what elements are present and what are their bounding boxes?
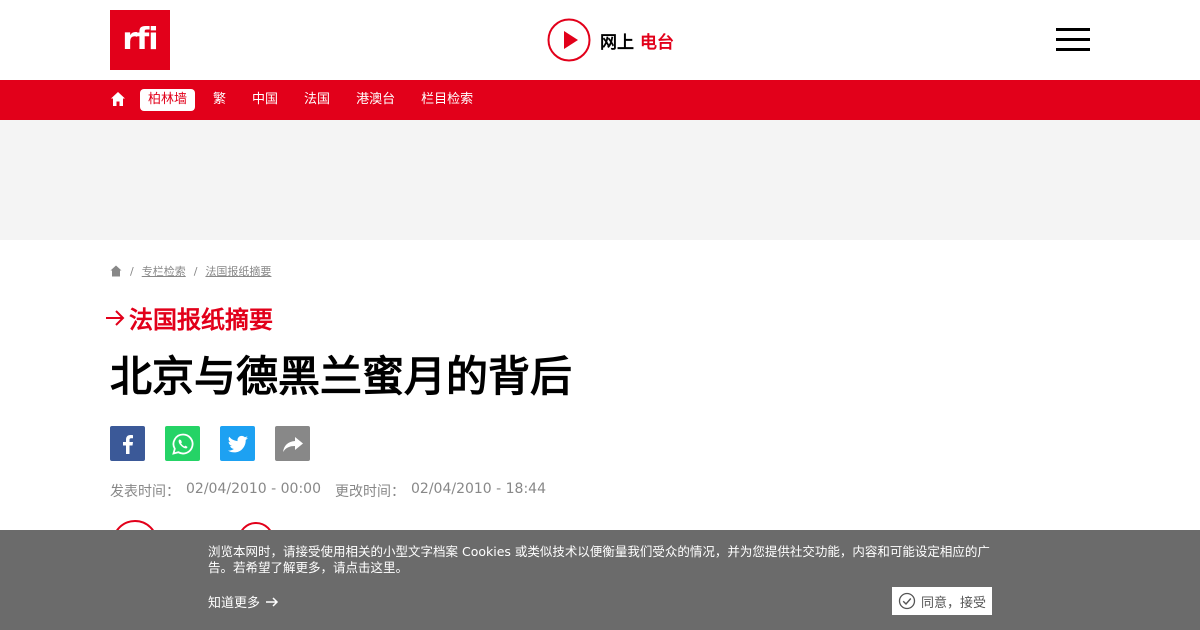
home-icon[interactable] [110, 91, 126, 107]
whatsapp-icon [171, 433, 193, 455]
main-nav: 柏林墙 繁 中国 法国 港澳台 栏目检索 [0, 80, 1200, 120]
play-icon [547, 18, 591, 62]
logo-text: rfi [122, 22, 158, 57]
live-radio-button[interactable]: 网上 电台 [547, 18, 674, 62]
facebook-share-button[interactable] [110, 426, 145, 461]
published-label: 发表时间： [110, 484, 180, 500]
nav-item-program-search[interactable]: 栏目检索 [421, 89, 473, 111]
page: rfi 网上 电台 柏林墙 繁 中国 法国 港澳台 栏目检索 / 专栏检索 / … [0, 0, 1200, 630]
cookie-learn-more-link[interactable]: 知道更多 [208, 592, 279, 611]
cookie-learn-more-label: 知道更多 [208, 596, 261, 611]
twitter-share-button[interactable] [220, 426, 255, 461]
more-share-button[interactable] [275, 426, 310, 461]
breadcrumb-link-column-search[interactable]: 专栏检索 [142, 263, 186, 279]
cookie-accept-button[interactable]: 同意，接受 [892, 587, 992, 615]
nav-item-traditional[interactable]: 繁 [213, 89, 226, 111]
nav-item-berlin-wall[interactable]: 柏林墙 [140, 89, 196, 111]
arrow-right-icon [106, 309, 125, 326]
section-title: 法国报纸摘要 [129, 306, 273, 334]
cookie-banner: 浏览本网时，请接受使用相关的小型文字档案 Cookies 或类似技术以便衡量我们… [0, 530, 1200, 630]
ad-banner-area [0, 120, 1200, 240]
whatsapp-share-button[interactable] [165, 426, 200, 461]
section-link[interactable]: 法国报纸摘要 [104, 300, 273, 335]
nav-item-france[interactable]: 法国 [304, 89, 330, 111]
arrow-right-icon [266, 596, 279, 607]
cookie-text: 浏览本网时，请接受使用相关的小型文字档案 Cookies 或类似技术以便衡量我们… [208, 544, 990, 575]
radio-label: 网上 电台 [600, 32, 674, 53]
share-bar [110, 426, 310, 461]
breadcrumb-separator: / [130, 264, 134, 278]
check-circle-icon [898, 592, 916, 610]
breadcrumb: / 专栏检索 / 法国报纸摘要 [110, 262, 271, 280]
article-title: 北京与德黑兰蜜月的背后 [110, 352, 573, 401]
hamburger-menu-icon[interactable] [1056, 28, 1090, 52]
facebook-icon [122, 434, 133, 454]
article-dates: 发表时间： 02/04/2010 - 00:00 更改时间： 02/04/201… [110, 481, 560, 501]
rfi-logo[interactable]: rfi [110, 10, 170, 70]
breadcrumb-link-press-review[interactable]: 法国报纸摘要 [205, 263, 271, 279]
breadcrumb-separator: / [193, 264, 198, 278]
cookie-accept-label: 同意，接受 [920, 595, 986, 611]
nav-items: 柏林墙 繁 中国 法国 港澳台 栏目检索 [140, 89, 499, 111]
top-header: rfi 网上 电台 [0, 0, 1200, 80]
nav-item-hk-macau-taiwan[interactable]: 港澳台 [356, 89, 395, 111]
updated-date: 02/04/2010 - 18:44 [411, 481, 546, 497]
twitter-icon [227, 435, 248, 452]
updated-label: 更改时间： [335, 484, 405, 500]
published-date: 02/04/2010 - 00:00 [186, 481, 321, 497]
breadcrumb-home-icon[interactable] [110, 265, 122, 277]
nav-item-china[interactable]: 中国 [252, 89, 278, 111]
share-icon [282, 436, 303, 452]
